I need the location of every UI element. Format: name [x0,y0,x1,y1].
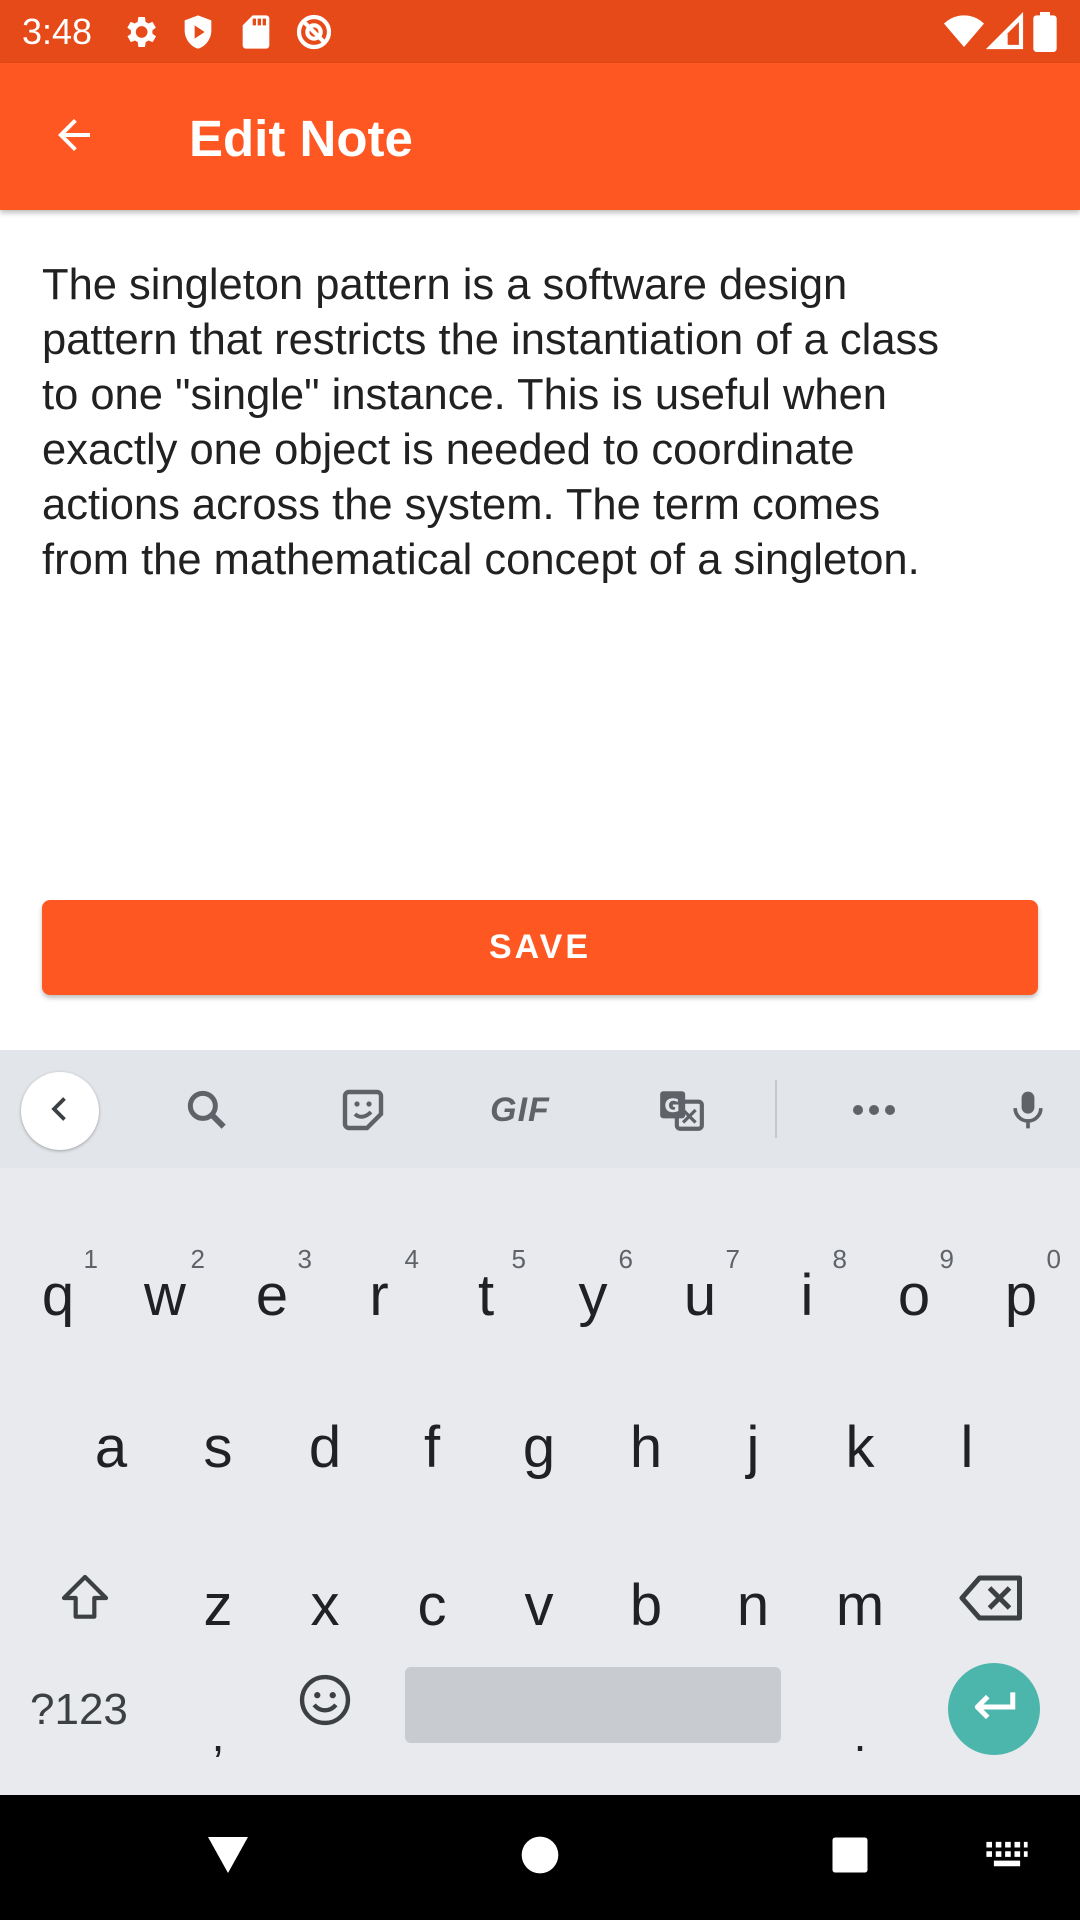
key-label: o [897,1262,931,1328]
key-w[interactable]: w2 [115,1230,215,1360]
status-time: 3:48 [22,11,93,52]
chevron-left-icon [42,1091,78,1132]
space-bar[interactable] [405,1667,781,1743]
battery-icon [1030,12,1060,52]
sd-card-icon [236,12,276,52]
key-label: r [369,1262,389,1328]
key-hint: 4 [404,1244,419,1274]
key-k[interactable]: k [810,1382,910,1512]
key-hint: 9 [939,1244,954,1274]
key-hint: 6 [618,1244,633,1274]
key-t[interactable]: t5 [436,1230,536,1360]
navigation-bar [0,1795,1080,1920]
key-u[interactable]: u7 [650,1230,750,1360]
search-icon[interactable] [179,1085,235,1135]
key-hint: 5 [511,1244,526,1274]
key-h[interactable]: h [596,1382,696,1512]
key-hint: 8 [832,1244,847,1274]
keyboard: GIF G q1 w2 e3 r4 t5 y6 u7 i8 o9 p0 a s … [0,1050,1080,1795]
key-label: q [41,1262,75,1328]
translate-icon[interactable]: G [653,1085,709,1135]
settings-icon [120,12,160,52]
keyboard-toolbar: GIF G [0,1050,1080,1168]
key-f[interactable]: f [382,1382,482,1512]
shift-key[interactable] [35,1540,135,1670]
mic-icon[interactable] [1000,1085,1056,1135]
save-button[interactable]: SAVE [42,900,1038,995]
symbols-key[interactable]: ?123 [30,1685,128,1735]
gif-icon[interactable]: GIF [483,1085,557,1135]
key-o[interactable]: o9 [864,1230,964,1360]
key-label: t [477,1262,495,1328]
key-label: u [683,1262,717,1328]
enter-icon [969,1687,1019,1732]
key-label: w [144,1262,186,1328]
key-label: e [255,1262,289,1328]
key-d[interactable]: d [275,1382,375,1512]
arrow-left-icon [50,111,98,164]
enter-key[interactable] [948,1663,1040,1755]
comma-key[interactable]: , [168,1690,268,1780]
shield-icon [178,12,218,52]
status-bar: 3:48 [0,0,1080,63]
back-button[interactable] [30,103,118,171]
key-a[interactable]: a [61,1382,161,1512]
wifi-icon [944,12,986,52]
key-y[interactable]: y6 [543,1230,643,1360]
keyboard-switch-icon[interactable] [972,1825,1042,1885]
note-text-field[interactable]: The singleton pattern is a software desi… [42,258,1042,588]
key-p[interactable]: p0 [971,1230,1071,1360]
key-q[interactable]: q1 [8,1230,108,1360]
emoji-key[interactable] [275,1662,375,1752]
key-x[interactable]: x [275,1540,375,1670]
home-circle-icon[interactable] [505,1825,575,1885]
key-hint: 3 [297,1244,312,1274]
sticker-icon[interactable] [335,1085,391,1135]
key-hint: 7 [725,1244,740,1274]
page-title: Edit Note [189,110,413,167]
key-z[interactable]: z [168,1540,268,1670]
key-v[interactable]: v [489,1540,589,1670]
signal-icon [986,12,1026,52]
key-g[interactable]: g [489,1382,589,1512]
gif-label: GIF [490,1090,550,1129]
svg-text:G: G [664,1096,679,1117]
key-j[interactable]: j [703,1382,803,1512]
recents-square-icon[interactable] [815,1825,885,1885]
key-s[interactable]: s [168,1382,268,1512]
back-triangle-icon[interactable] [193,1825,263,1885]
key-label: i [800,1262,814,1328]
key-hint: 0 [1046,1244,1061,1274]
period-key[interactable]: . [810,1690,910,1780]
key-m[interactable]: m [810,1540,910,1670]
keyboard-collapse-button[interactable] [21,1072,99,1150]
key-l[interactable]: l [917,1382,1017,1512]
key-e[interactable]: e3 [222,1230,322,1360]
no-disturb-icon [294,12,334,52]
key-r[interactable]: r4 [329,1230,429,1360]
key-c[interactable]: c [382,1540,482,1670]
key-b[interactable]: b [596,1540,696,1670]
key-label: y [578,1262,608,1328]
key-n[interactable]: n [703,1540,803,1670]
key-label: p [1004,1262,1038,1328]
toolbar-divider [775,1080,777,1138]
emoji-icon [296,1671,354,1743]
key-hint: 1 [83,1244,98,1274]
app-bar: Edit Note [0,63,1080,210]
backspace-key[interactable] [942,1540,1042,1670]
key-i[interactable]: i8 [757,1230,857,1360]
shift-icon [55,1570,115,1640]
key-hint: 2 [190,1244,205,1274]
more-icon[interactable] [846,1085,902,1135]
backspace-icon [957,1571,1027,1639]
